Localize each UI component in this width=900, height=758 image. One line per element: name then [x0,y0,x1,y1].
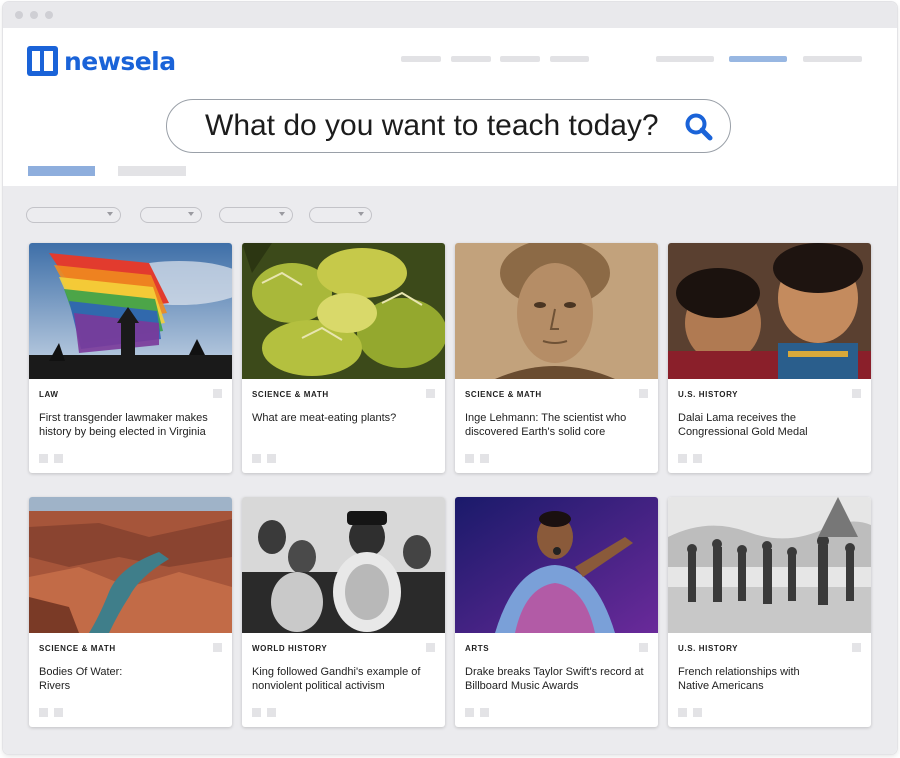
bookmark-icon[interactable] [852,389,861,398]
bookmark-icon[interactable] [426,643,435,652]
tab-inactive[interactable] [118,166,186,176]
garlanded-crowd-photo [242,497,445,633]
card-action-1[interactable] [39,454,48,463]
article-card[interactable]: LAW First transgender lawmaker makes his… [29,243,232,473]
historical-engraving-photo [668,497,871,633]
venus-flytrap-photo [242,243,445,379]
article-card[interactable]: U.S. HISTORY Dalai Lama receives the Con… [668,243,871,473]
nav-link-5[interactable] [656,56,714,62]
card-action-1[interactable] [39,708,48,717]
logo-mark-icon [27,46,58,76]
bookmark-icon[interactable] [852,643,861,652]
card-action-2[interactable] [54,708,63,717]
card-title[interactable]: What are meat-eating plants? [252,412,440,426]
bookmark-icon[interactable] [639,389,648,398]
card-title[interactable]: Bodies Of Water: Rivers [39,666,149,693]
card-action-2[interactable] [693,708,702,717]
card-category: ARTS [465,644,490,653]
card-category: U.S. HISTORY [678,390,739,399]
filter-dropdown-4[interactable] [309,207,372,223]
article-card[interactable]: U.S. HISTORY French relationships with N… [668,497,871,727]
card-action-1[interactable] [252,708,261,717]
tab-active[interactable] [28,166,95,176]
card-title[interactable]: Inge Lehmann: The scientist who discover… [465,412,653,439]
card-category: SCIENCE & MATH [252,390,329,399]
singer-microphone-photo [455,497,658,633]
rainbow-flag-photo [29,243,232,379]
search-prompt: What do you want to teach today? [205,109,659,142]
bookmark-icon[interactable] [213,389,222,398]
card-action-1[interactable] [678,708,687,717]
newsela-logo[interactable]: newsela [27,46,176,76]
card-title[interactable]: Drake breaks Taylor Swift's record at Bi… [465,666,653,693]
card-action-2[interactable] [54,454,63,463]
bookmark-icon[interactable] [426,389,435,398]
filter-dropdown-3[interactable] [219,207,293,223]
article-card[interactable]: SCIENCE & MATH Bodies Of Water: Rivers [29,497,232,727]
window-dot-minimize[interactable] [30,11,38,19]
article-card[interactable]: WORLD HISTORY King followed Gandhi's exa… [242,497,445,727]
card-category: LAW [39,390,59,399]
nav-link-1[interactable] [401,56,441,62]
card-action-2[interactable] [480,454,489,463]
card-category: WORLD HISTORY [252,644,328,653]
children-traditional-dress-photo [668,243,871,379]
card-title[interactable]: First transgender lawmaker makes history… [39,412,227,439]
nav-link-2[interactable] [451,56,491,62]
card-category: U.S. HISTORY [678,644,739,653]
card-action-1[interactable] [252,454,261,463]
card-action-2[interactable] [267,454,276,463]
card-title[interactable]: King followed Gandhi's example of nonvio… [252,666,440,693]
nav-link-4[interactable] [550,56,589,62]
portrait-woman-sepia-photo [455,243,658,379]
title-bar [3,2,897,28]
nav-link-3[interactable] [500,56,540,62]
article-card[interactable]: SCIENCE & MATH Inge Lehmann: The scienti… [455,243,658,473]
window-dot-close[interactable] [15,11,23,19]
bookmark-icon[interactable] [213,643,222,652]
filter-dropdown-2[interactable] [140,207,202,223]
window-dot-maximize[interactable] [45,11,53,19]
content-area: LAW First transgender lawmaker makes his… [3,186,897,754]
browser-window: newsela What do you want to teach today? [3,2,897,754]
search-input[interactable]: What do you want to teach today? [166,99,731,153]
nav-link-7[interactable] [803,56,862,62]
canyon-river-photo [29,497,232,633]
card-action-2[interactable] [267,708,276,717]
card-category: SCIENCE & MATH [465,390,542,399]
card-category: SCIENCE & MATH [39,644,116,653]
card-action-1[interactable] [465,708,474,717]
card-action-2[interactable] [480,708,489,717]
article-card[interactable]: ARTS Drake breaks Taylor Swift's record … [455,497,658,727]
card-action-1[interactable] [465,454,474,463]
bookmark-icon[interactable] [639,643,648,652]
filter-dropdown-1[interactable] [26,207,121,223]
card-action-1[interactable] [678,454,687,463]
article-card[interactable]: SCIENCE & MATH What are meat-eating plan… [242,243,445,473]
card-title[interactable]: French relationships with Native America… [678,666,828,693]
logo-text: newsela [64,46,176,76]
card-action-2[interactable] [693,454,702,463]
search-icon[interactable] [684,112,714,142]
nav-link-active[interactable] [729,56,787,62]
card-title[interactable]: Dalai Lama receives the Congressional Go… [678,412,866,439]
